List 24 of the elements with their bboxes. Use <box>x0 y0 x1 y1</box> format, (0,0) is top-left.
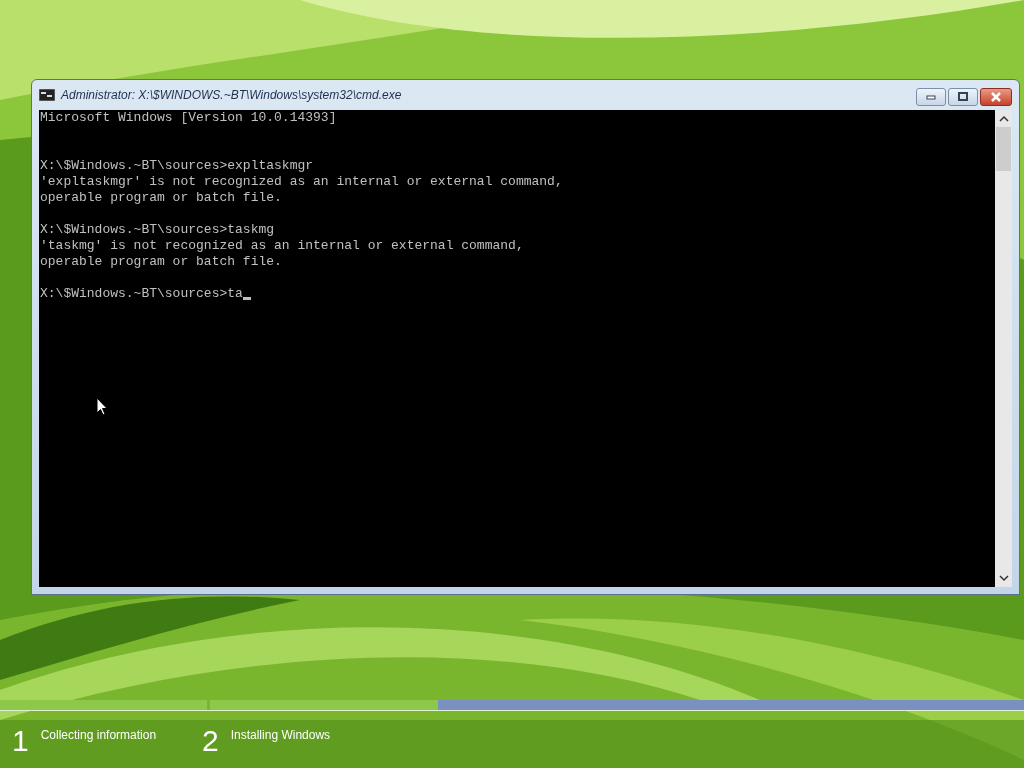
console-line: operable program or batch file. <box>40 190 282 206</box>
console-line: Microsoft Windows [Version 10.0.14393] <box>40 110 337 126</box>
scroll-thumb[interactable] <box>996 127 1011 171</box>
console-icon <box>39 89 55 101</box>
console-line: X:\$Windows.~BT\sources>expltaskmgr <box>40 158 314 174</box>
window-title: Administrator: X:\$WINDOWS.~BT\Windows\system32\cmd.exe <box>61 88 402 102</box>
console-line: 'taskmg' is not recognized as an internal or external command, <box>40 238 524 254</box>
scrollbar[interactable] <box>995 110 1012 587</box>
maximize-button[interactable] <box>948 88 978 106</box>
scroll-down-icon[interactable] <box>998 575 1009 582</box>
console-line: operable program or batch file. <box>40 254 282 270</box>
close-icon <box>990 92 1002 102</box>
step-number: 1 <box>12 725 29 757</box>
minimize-icon <box>925 94 937 100</box>
console-line: X:\$Windows.~BT\sources>ta <box>40 286 243 302</box>
step-label: Collecting information <box>40 728 157 742</box>
step-number: 2 <box>202 725 219 757</box>
console-line: 'expltaskmgr' is not recognized as an internal or external command, <box>40 174 563 190</box>
step-label: Installing Windows <box>230 728 331 742</box>
scroll-up-icon[interactable] <box>998 115 1009 122</box>
maximize-icon <box>957 92 969 102</box>
close-button[interactable] <box>980 88 1012 106</box>
mouse-pointer-icon <box>96 397 108 416</box>
console-line: X:\$Windows.~BT\sources>taskmg <box>40 222 275 238</box>
